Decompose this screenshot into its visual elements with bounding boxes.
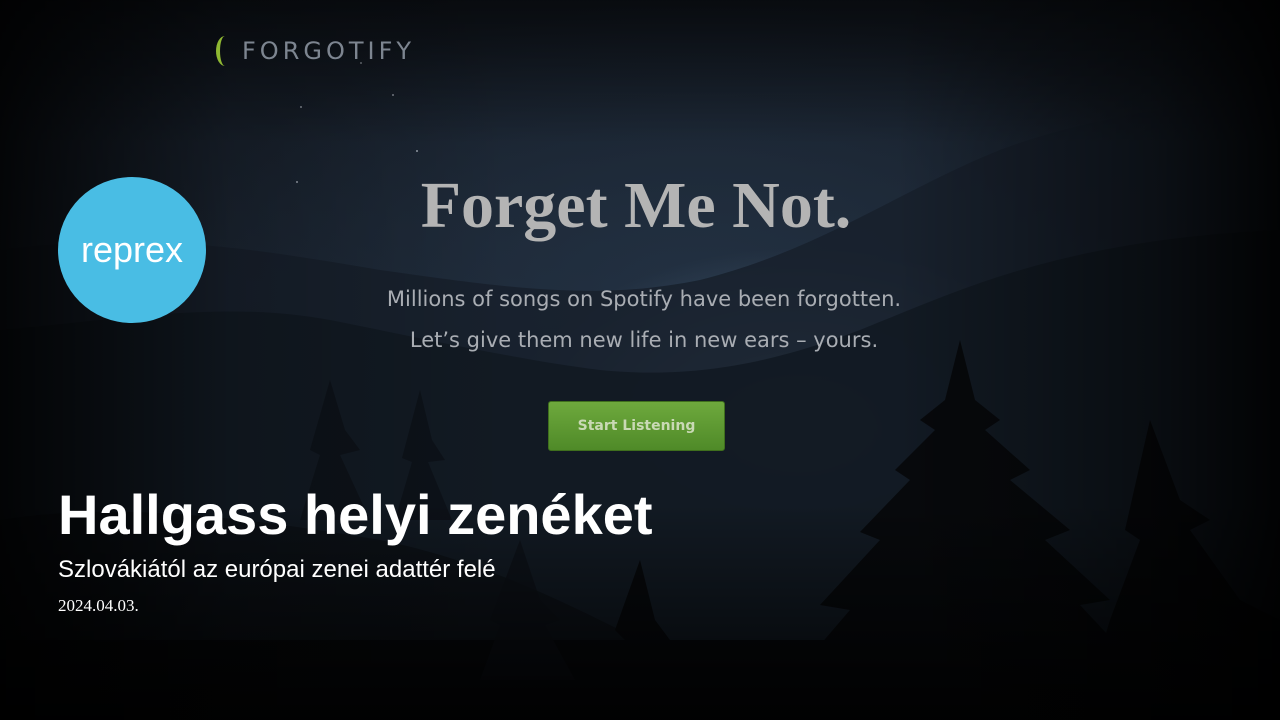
- caption-headline: Hallgass helyi zenéket: [58, 483, 653, 546]
- hero-subtitle-line2: Let’s give them new life in new ears – y…: [409, 328, 879, 352]
- start-listening-button[interactable]: Start Listening: [548, 401, 725, 451]
- hero-title: Forget Me Not.: [420, 169, 852, 242]
- caption-subheadline: Szlovákiától az európai zenei adattér fe…: [58, 556, 496, 583]
- crescent-moon-icon: [216, 36, 234, 66]
- caption-date: 2024.04.03.: [58, 596, 139, 615]
- hero-subtitle-line1: Millions of songs on Spotify have been f…: [386, 287, 902, 311]
- tree-silhouettes: [0, 340, 1280, 720]
- slide-background: FORGOTIFY reprex Forget Me Not. Millions…: [0, 0, 1280, 720]
- forgotify-logo[interactable]: FORGOTIFY: [216, 36, 415, 66]
- logo-text: FORGOTIFY: [242, 37, 416, 65]
